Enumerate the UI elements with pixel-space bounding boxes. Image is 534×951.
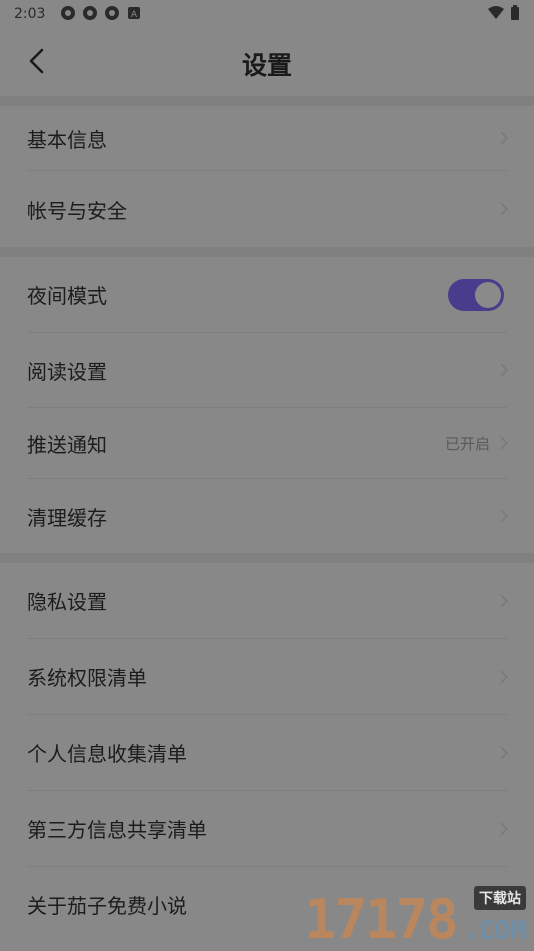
section-separator: [0, 553, 534, 563]
watermark-suffix: .COM: [463, 916, 526, 946]
settings-item-label: 阅读设置: [27, 359, 107, 384]
app-icon: A: [128, 7, 140, 20]
settings-item-privacy[interactable]: 隐私设置: [0, 563, 534, 638]
watermark-tag: 下载站: [474, 886, 526, 910]
status-time: 2:03: [14, 6, 46, 22]
notification-icon: [83, 6, 97, 20]
chevron-right-icon: [500, 202, 509, 216]
page-title: 设置: [241, 51, 292, 80]
settings-item-label: 关于茄子免费小说: [27, 894, 187, 918]
settings-item-label: 个人信息收集清单: [27, 742, 187, 766]
status-right-icons: [488, 5, 520, 21]
settings-item-label: 系统权限清单: [27, 666, 147, 690]
settings-item-push-notifications[interactable]: 推送通知 已开启: [0, 408, 534, 478]
settings-item-label: 夜间模式: [27, 284, 107, 308]
settings-item-clear-cache[interactable]: 清理缓存: [0, 479, 534, 553]
watermark-number: 17178: [304, 888, 459, 951]
settings-item-label: 隐私设置: [27, 590, 107, 614]
chevron-right-icon: [500, 821, 509, 836]
section-separator: [0, 247, 534, 257]
settings-item-label: 清理缓存: [27, 505, 107, 530]
settings-item-label: 第三方信息共享清单: [27, 818, 207, 842]
svg-text:A: A: [131, 10, 138, 20]
chevron-right-icon: [500, 509, 509, 523]
status-notification-icons: A: [60, 5, 142, 21]
settings-item-account-security[interactable]: 帐号与安全: [0, 171, 534, 247]
section-separator: [0, 96, 534, 106]
settings-item-reading[interactable]: 阅读设置: [0, 333, 534, 407]
chevron-right-icon: [500, 669, 509, 684]
settings-item-label: 基本信息: [27, 127, 107, 152]
chevron-right-icon: [500, 593, 509, 608]
settings-item-label: 帐号与安全: [27, 198, 127, 223]
nav-bar: 设置: [0, 28, 534, 96]
settings-item-system-permissions[interactable]: 系统权限清单: [0, 639, 534, 714]
watermark-logo: 17178 下载站 .COM: [304, 886, 528, 951]
status-bar: 2:03 A: [0, 0, 534, 28]
battery-icon: [511, 5, 519, 20]
settings-item-label: 推送通知: [27, 432, 107, 457]
settings-item-personal-info-collection[interactable]: 个人信息收集清单: [0, 715, 534, 790]
night-mode-toggle[interactable]: [448, 278, 504, 311]
notification-icon: [61, 6, 75, 20]
settings-item-night-mode[interactable]: 夜间模式: [0, 257, 534, 332]
notification-icon: [105, 6, 119, 20]
settings-item-basic-info[interactable]: 基本信息: [0, 106, 534, 170]
wifi-icon: [488, 6, 504, 19]
toggle-knob: [475, 281, 501, 308]
push-status-value: 已开启: [444, 434, 490, 453]
chevron-right-icon: [500, 745, 509, 760]
chevron-right-icon: [500, 363, 509, 377]
chevron-right-icon: [500, 436, 509, 450]
chevron-right-icon: [500, 131, 509, 145]
settings-item-third-party-sharing[interactable]: 第三方信息共享清单: [0, 791, 534, 866]
